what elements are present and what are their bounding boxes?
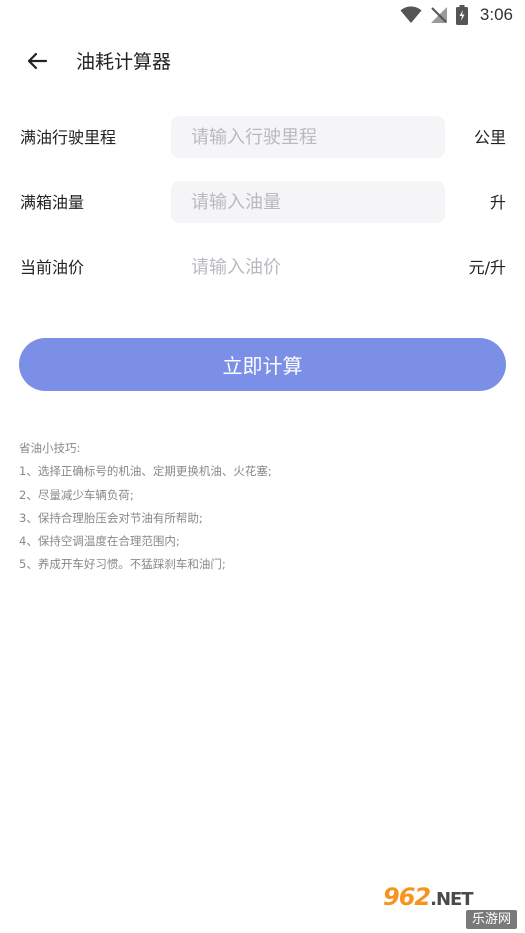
mileage-label: 满油行驶里程 bbox=[20, 128, 117, 147]
fuel-saving-tips: 省油小技巧: 1、选择正确标号的机油、定期更换机油、火花塞; 2、尽量减少车辆负… bbox=[19, 437, 505, 577]
battery-charging-icon bbox=[455, 5, 468, 25]
mileage-input[interactable] bbox=[171, 116, 445, 158]
tank-volume-label: 满箱油量 bbox=[20, 193, 85, 212]
fuel-price-row: 当前油价 元/升 bbox=[0, 246, 525, 290]
page-title: 油耗计算器 bbox=[76, 51, 172, 73]
fuel-price-label: 当前油价 bbox=[20, 258, 85, 277]
tip-item: 1、选择正确标号的机油、定期更换机油、火花塞; bbox=[19, 464, 272, 479]
calculate-button[interactable]: 立即计算 bbox=[19, 338, 506, 391]
watermark-logo: 962.NET 乐游网 bbox=[383, 883, 517, 929]
arrow-left-icon bbox=[25, 49, 49, 77]
watermark-brand: 962.NET bbox=[383, 883, 474, 911]
wifi-icon bbox=[400, 6, 422, 24]
status-bar: 3:06 bbox=[0, 0, 525, 30]
status-icons: 3:06 bbox=[400, 4, 513, 26]
no-signal-icon bbox=[430, 6, 448, 24]
status-time: 3:06 bbox=[479, 5, 513, 24]
app-bar: 油耗计算器 bbox=[0, 38, 525, 86]
tip-item: 5、养成开车好习惯。不猛踩刹车和油门; bbox=[19, 557, 226, 572]
tip-item: 3、保持合理胎压会对节油有所帮助; bbox=[19, 510, 203, 525]
tips-title: 省油小技巧: bbox=[19, 441, 81, 455]
watermark-number: 962 bbox=[383, 883, 431, 911]
back-button[interactable] bbox=[20, 46, 54, 80]
fuel-price-unit: 元/升 bbox=[468, 258, 506, 277]
watermark-suffix: .NET bbox=[430, 889, 473, 910]
tip-item: 4、保持空调温度在合理范围内; bbox=[19, 534, 180, 549]
tank-volume-unit: 升 bbox=[489, 193, 506, 212]
tank-volume-row: 满箱油量 升 bbox=[0, 181, 525, 225]
watermark-sub: 乐游网 bbox=[465, 910, 517, 929]
tip-item: 2、尽量减少车辆负荷; bbox=[19, 487, 134, 502]
fuel-price-input[interactable] bbox=[171, 246, 445, 288]
mileage-row: 满油行驶里程 公里 bbox=[0, 116, 525, 160]
mileage-unit: 公里 bbox=[473, 128, 506, 147]
tank-volume-input[interactable] bbox=[171, 181, 445, 223]
